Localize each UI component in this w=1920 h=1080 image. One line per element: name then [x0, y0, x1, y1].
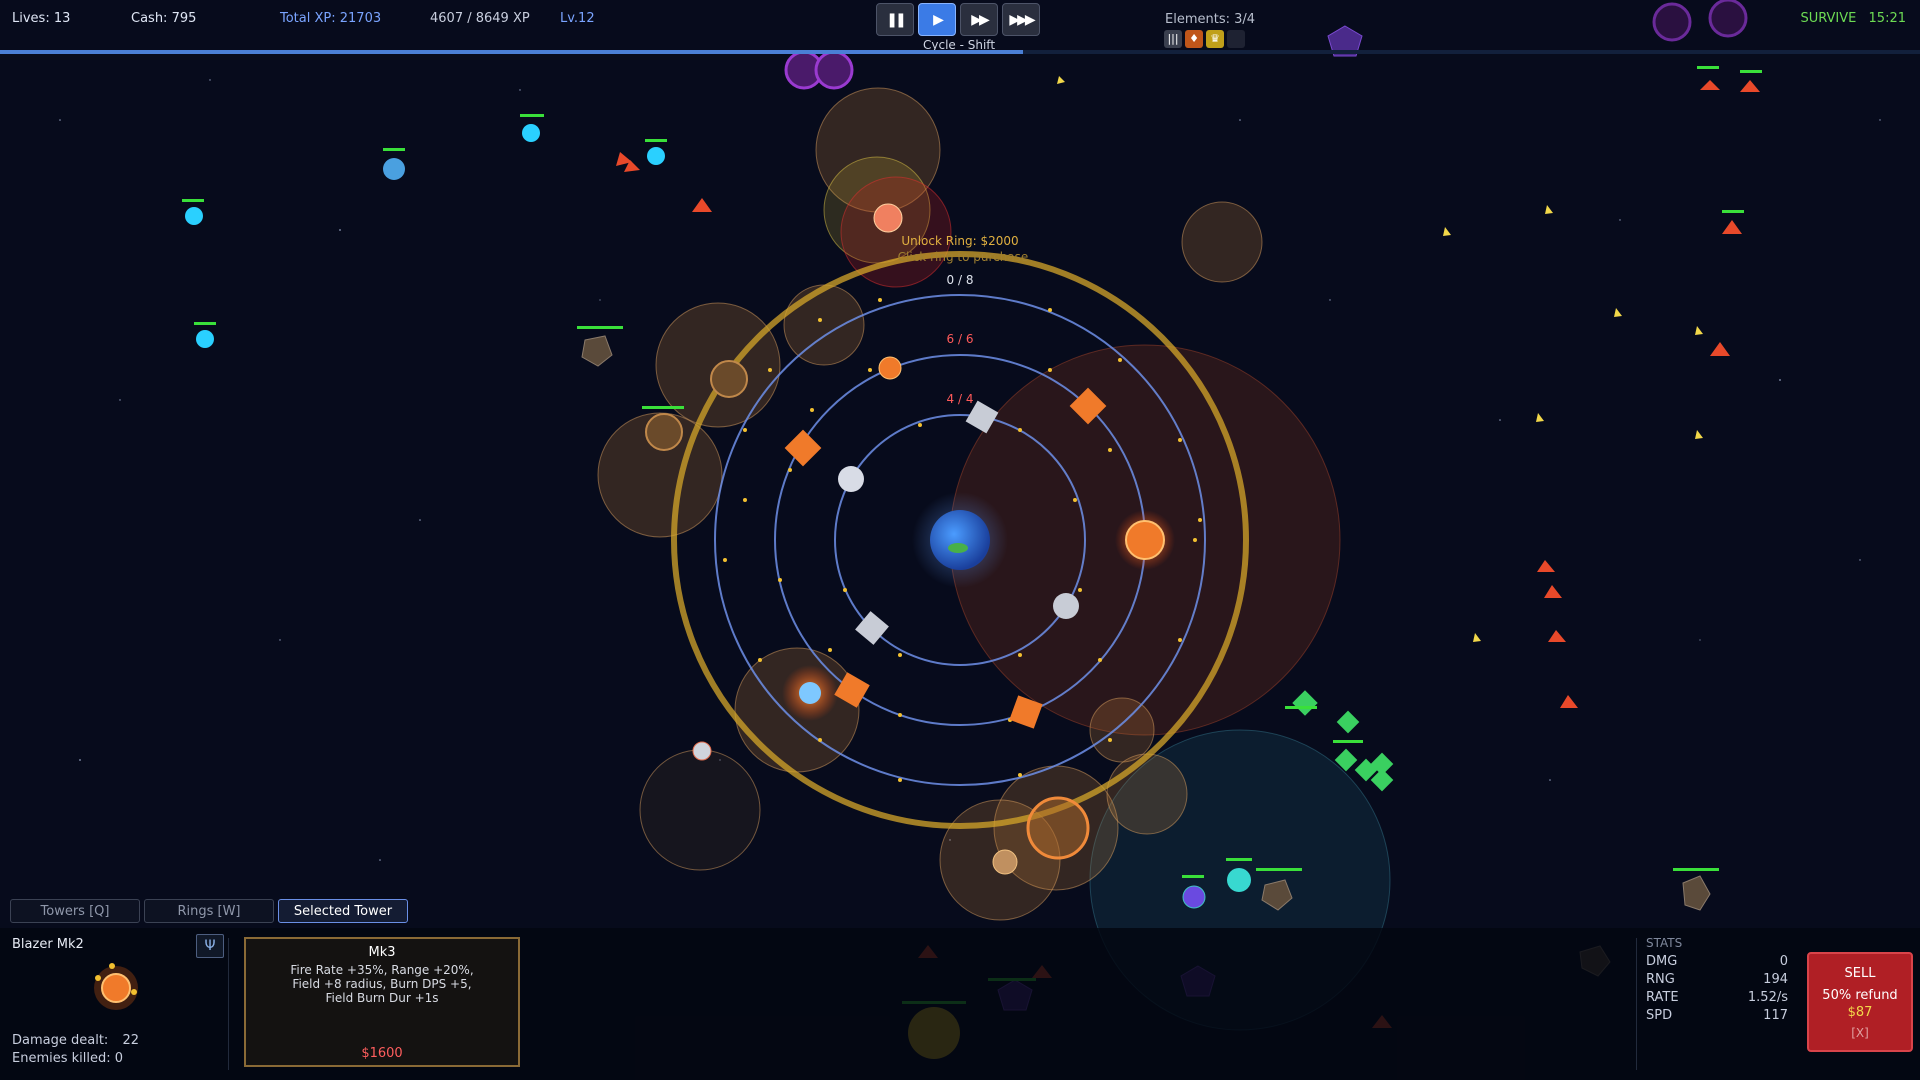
stat-label: RNG: [1646, 972, 1675, 987]
inner-ring-count: 4 / 4: [947, 392, 974, 406]
bottom-tabs: Towers [Q] Rings [W] Selected Tower: [10, 899, 408, 923]
tower-small-white[interactable]: [692, 741, 712, 761]
earth-land: [948, 543, 968, 553]
enemy-cyan: [185, 207, 203, 225]
xp-progress-bar: [0, 50, 1920, 54]
unlock-ring-label: Unlock Ring: $2000: [901, 234, 1018, 248]
survive-label: SURVIVE: [1800, 11, 1857, 26]
fastest-button[interactable]: ▶▶▶: [1002, 3, 1040, 36]
tower-gray-circle[interactable]: [838, 466, 864, 492]
tab-selected-tower[interactable]: Selected Tower: [278, 899, 408, 923]
enemy-teal: [1227, 868, 1251, 892]
earth-core[interactable]: [930, 510, 990, 570]
tab-rings[interactable]: Rings [W]: [144, 899, 274, 923]
total-xp: Total XP: 21703: [280, 11, 382, 26]
sell-button[interactable]: SELL 50% refund $87 [X]: [1807, 952, 1913, 1052]
top-hud: Lives: 13 Cash: 795 Total XP: 21703 4607…: [0, 0, 1920, 52]
enemy-cyan: [522, 124, 540, 142]
pause-button[interactable]: ❚❚: [876, 3, 914, 36]
stat-row: RNG 194: [1636, 972, 1788, 990]
stat-value: 117: [1763, 1008, 1788, 1023]
tower-gray-circle[interactable]: [1053, 593, 1079, 619]
tower-blazer[interactable]: [1125, 520, 1165, 560]
survive-timer: SURVIVE 15:21: [1800, 11, 1906, 26]
stat-label: DMG: [1646, 954, 1678, 969]
tab-towers[interactable]: Towers [Q]: [10, 899, 140, 923]
sell-refund: 50% refund: [1822, 988, 1898, 1003]
lives-counter: Lives: 13: [12, 11, 71, 26]
tower-portrait: [94, 963, 138, 1010]
play-button[interactable]: ▶: [918, 3, 956, 36]
damage-dealt: Damage dealt: 22: [12, 1033, 139, 1048]
level-xp: 4607 / 8649 XP: [430, 11, 530, 26]
element-icons: ||| ♦ ♛: [1164, 30, 1245, 48]
enemy-cyan: [647, 147, 665, 165]
speed-controls: ❚❚ ▶ ▶▶ ▶▶▶: [876, 3, 1040, 36]
stat-row: SPD 117: [1636, 1008, 1788, 1026]
antenna-icon[interactable]: Ψ: [196, 934, 224, 958]
tower-brown[interactable]: [710, 360, 748, 398]
cash-counter: Cash: 795: [131, 11, 197, 26]
tower-fire-small[interactable]: [878, 356, 902, 380]
tower-hex-red[interactable]: [873, 203, 903, 233]
elements-counter: Elements: 3/4: [1165, 12, 1256, 27]
stats-panel: STATS DMG 0 RNG 194 RATE 1.52/s SPD 117: [1636, 930, 1788, 1026]
stat-row: RATE 1.52/s: [1636, 990, 1788, 1008]
crown-icon[interactable]: ♛: [1206, 30, 1224, 48]
enemy-x: [383, 158, 405, 180]
tower-small-hex[interactable]: [992, 849, 1018, 875]
tower-orange-diamond[interactable]: [784, 429, 822, 467]
sell-label: SELL: [1844, 966, 1876, 981]
tower-brown[interactable]: [645, 413, 683, 451]
stat-label: RATE: [1646, 990, 1679, 1005]
tower-swarm[interactable]: [1026, 796, 1090, 860]
middle-ring-count: 6 / 6: [947, 332, 974, 346]
enemy-cyan: [196, 330, 214, 348]
outer-ring-count: 0 / 8: [947, 273, 974, 287]
stat-row: DMG 0: [1636, 954, 1788, 972]
xp-progress-fill: [0, 50, 1024, 54]
fast-forward-button[interactable]: ▶▶: [960, 3, 998, 36]
player-level: Lv.12: [560, 11, 595, 26]
tower-name: Blazer Mk2: [12, 937, 84, 952]
sell-amount: $87: [1847, 1005, 1873, 1020]
upgrade-cost: $1600: [361, 1046, 403, 1061]
stat-label: SPD: [1646, 1008, 1673, 1023]
stat-value: 194: [1763, 972, 1788, 987]
upgrade-description: Fire Rate +35%, Range +20%, Field +8 rad…: [290, 963, 474, 1005]
upgrade-card[interactable]: Mk3 Fire Rate +35%, Range +20%, Field +8…: [244, 937, 520, 1067]
bars-icon[interactable]: |||: [1164, 30, 1182, 48]
divider: [228, 938, 229, 1070]
timer-value: 15:21: [1868, 11, 1906, 26]
enemies-killed: Enemies killed: 0: [12, 1051, 124, 1066]
flame-icon[interactable]: ♦: [1185, 30, 1203, 48]
empty-element-slot[interactable]: [1227, 30, 1245, 48]
sell-hotkey: [X]: [1851, 1026, 1869, 1040]
upgrade-title: Mk3: [368, 945, 396, 960]
damage-dealt-value: 22: [122, 1033, 139, 1048]
stats-header: STATS: [1646, 936, 1683, 950]
stat-value: 0: [1779, 954, 1788, 969]
enemy-purple-vortex: [814, 50, 854, 90]
tower-frost-core[interactable]: [799, 682, 821, 704]
stat-value: 1.52/s: [1747, 990, 1788, 1005]
unlock-ring-hint: Click ring to purchase: [898, 250, 1029, 264]
damage-dealt-label: Damage dealt:: [12, 1033, 109, 1048]
enemy-purple-x: [1182, 885, 1206, 909]
